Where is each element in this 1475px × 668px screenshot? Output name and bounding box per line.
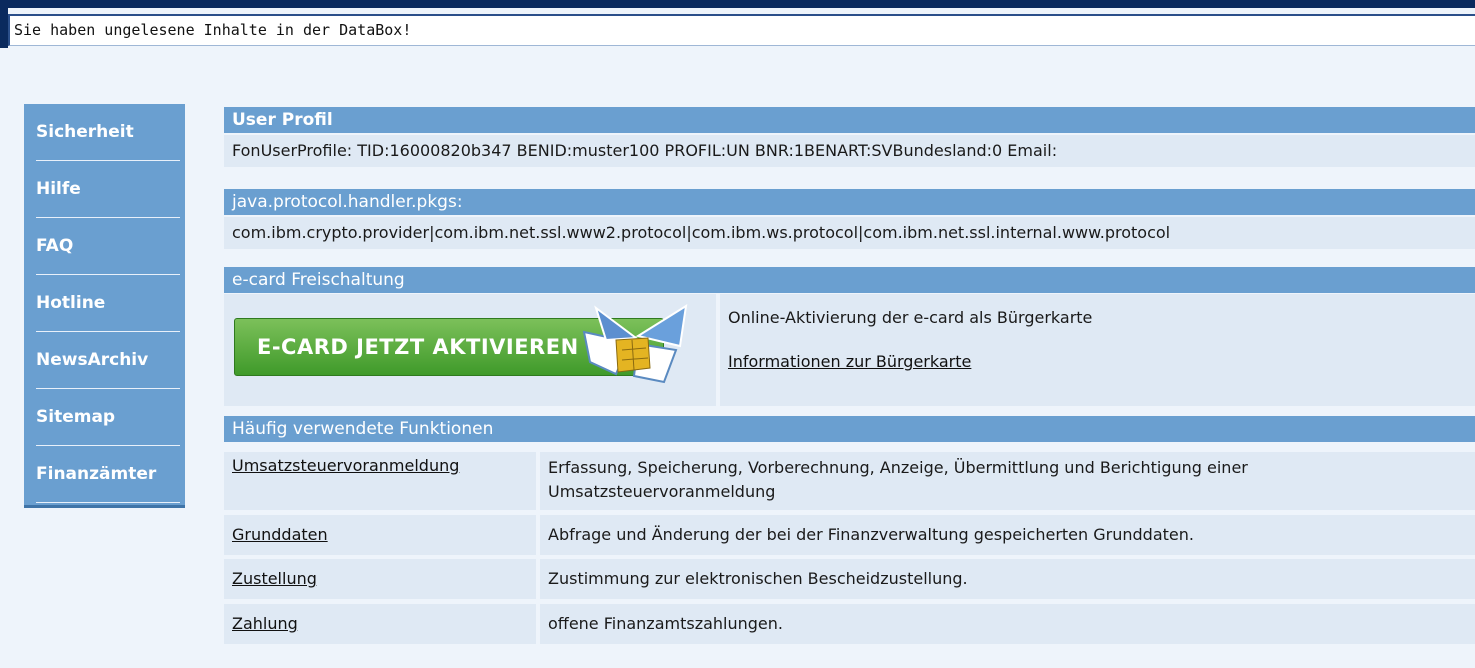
sidebar-item-label: FAQ — [36, 236, 74, 256]
databox-notice-text: Sie haben ungelesene Inhalte in der Data… — [14, 21, 412, 39]
ecard-button-cell: E-CARD JETZT AKTIVIEREN — [224, 294, 716, 406]
sidebar-item-newsarchiv[interactable]: NewsArchiv — [36, 332, 180, 389]
sidebar-item-finanzaemter[interactable]: Finanzämter — [36, 446, 180, 503]
ecard-info-cell: Online-Aktivierung der e-card als Bürger… — [720, 294, 1475, 406]
buergerkarte-info-link[interactable]: Informationen zur Bürgerkarte — [728, 352, 971, 371]
function-description: Zustimmung zur elektronischen Bescheidzu… — [540, 559, 1475, 599]
sidebar-item-label: NewsArchiv — [36, 350, 149, 370]
protocol-header: java.protocol.handler.pkgs: — [224, 189, 1475, 215]
function-row: Umsatzsteuervoranmeldung Erfassung, Spei… — [224, 452, 1475, 510]
umsatzsteuervoranmeldung-link[interactable]: Umsatzsteuervoranmeldung — [224, 452, 536, 510]
functions-header: Häufig verwendete Funktionen — [224, 416, 1475, 442]
sidebar-item-hotline[interactable]: Hotline — [36, 275, 180, 332]
function-row: Zahlung offene Finanzamtszahlungen. — [224, 604, 1475, 644]
databox-notice: Sie haben ungelesene Inhalte in der Data… — [8, 14, 1475, 46]
protocol-text: com.ibm.crypto.provider|com.ibm.net.ssl.… — [224, 217, 1475, 249]
sidebar: Sicherheit Hilfe FAQ Hotline NewsArchiv … — [24, 104, 185, 508]
function-row: Zustellung Zustimmung zur elektronischen… — [224, 559, 1475, 599]
ecard-activate-label: E-CARD JETZT AKTIVIEREN — [257, 335, 579, 359]
user-profile-text: FonUserProfile: TID:16000820b347 BENID:m… — [224, 135, 1475, 167]
sidebar-item-label: Sicherheit — [36, 122, 134, 142]
ecard-description: Online-Aktivierung der e-card als Bürger… — [728, 308, 1093, 327]
top-bar — [0, 0, 1475, 8]
ecard-butterfly-icon — [582, 304, 688, 384]
frame-edge — [0, 8, 8, 48]
function-row: Grunddaten Abfrage und Änderung der bei … — [224, 515, 1475, 555]
zustellung-link[interactable]: Zustellung — [224, 559, 536, 599]
user-profile-header: User Profil — [224, 107, 1475, 133]
sidebar-item-hilfe[interactable]: Hilfe — [36, 161, 180, 218]
ecard-header: e-card Freischaltung — [224, 267, 1475, 293]
sidebar-item-label: Finanzämter — [36, 464, 157, 484]
grunddaten-link[interactable]: Grunddaten — [224, 515, 536, 555]
zahlung-link[interactable]: Zahlung — [224, 604, 536, 644]
sidebar-item-sicherheit[interactable]: Sicherheit — [36, 104, 180, 161]
sidebar-item-label: Hotline — [36, 293, 106, 313]
function-description: Erfassung, Speicherung, Vorberechnung, A… — [540, 452, 1475, 510]
sidebar-item-faq[interactable]: FAQ — [36, 218, 180, 275]
sidebar-item-sitemap[interactable]: Sitemap — [36, 389, 180, 446]
sidebar-item-label: Sitemap — [36, 407, 116, 427]
function-description: Abfrage und Änderung der bei der Finanzv… — [540, 515, 1475, 555]
function-description: offene Finanzamtszahlungen. — [540, 604, 1475, 644]
sidebar-item-label: Hilfe — [36, 179, 81, 199]
